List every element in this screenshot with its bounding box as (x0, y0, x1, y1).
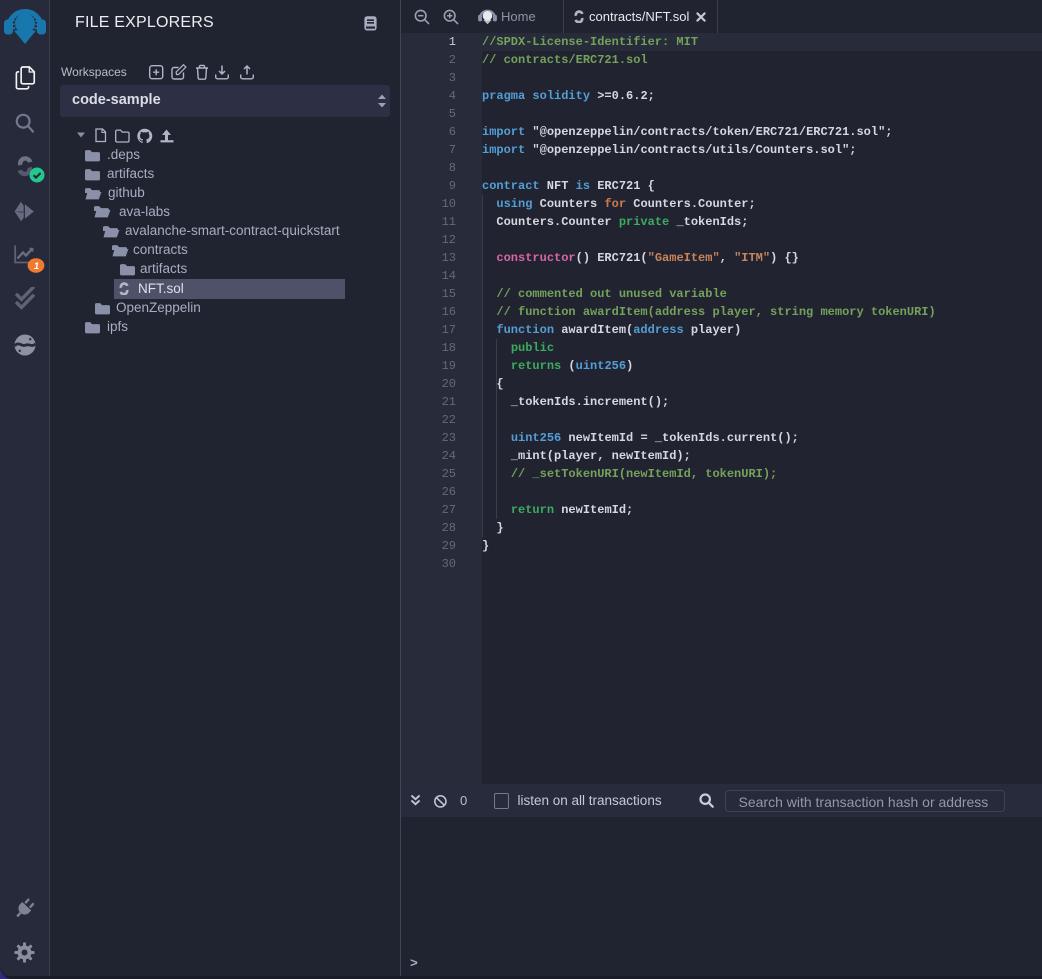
svg-text:1: 1 (34, 261, 39, 272)
